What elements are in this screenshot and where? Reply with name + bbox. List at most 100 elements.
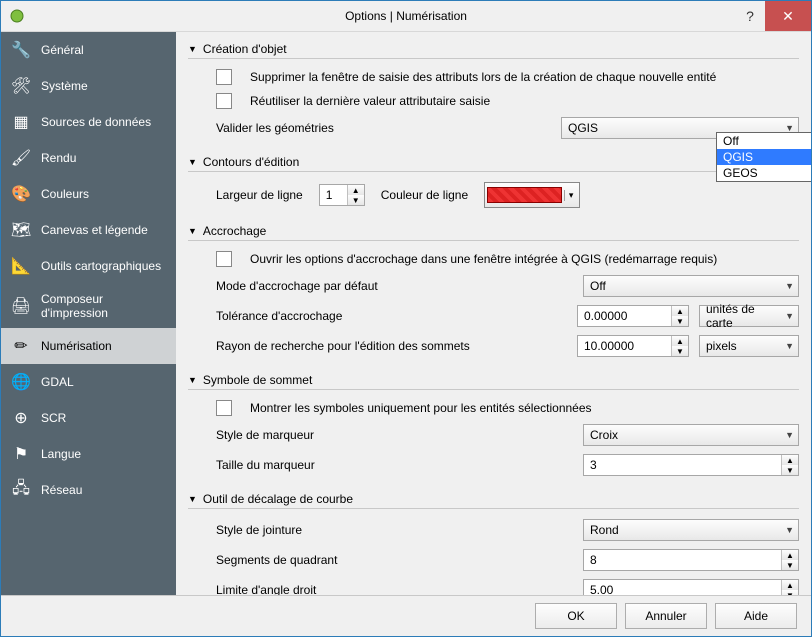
dropdown-option[interactable]: Off (717, 133, 811, 149)
section-title: Création d'objet (203, 42, 287, 56)
quad-seg-row: Segments de quadrant 8 ▲▼ (188, 545, 799, 575)
marker-style-select[interactable]: Croix ▼ (583, 424, 799, 446)
join-style-label: Style de jointure (216, 523, 302, 537)
miter-row: Limite d'angle droit 5.00 ▲▼ (188, 575, 799, 595)
snap-tol-unit-select[interactable]: unités de carte ▼ (699, 305, 799, 327)
snap-tol-row: Tolérance d'accrochage 0.00000 ▲▼ unités… (188, 301, 799, 331)
sidebar: 🔧 Général 🛠Système▦Sources de données🖌Rend… (1, 32, 176, 595)
line-width-value: 1 (326, 188, 333, 202)
sidebar-item-g-n-ral[interactable]: 🔧 Général (1, 32, 176, 68)
spin-buttons[interactable]: ▲▼ (671, 336, 688, 356)
line-width-row: Largeur de ligne 1 ▲▼ Couleur de ligne ▾ (188, 178, 799, 212)
section-contours: ▼ Contours d'édition Largeur de ligne 1 … (188, 153, 799, 212)
window-title: Options | Numérisation (1, 9, 811, 23)
quad-seg-value: 8 (590, 553, 597, 567)
miter-spin[interactable]: 5.00 ▲▼ (583, 579, 799, 595)
sidebar-item-syst-me[interactable]: 🛠Système (1, 68, 176, 104)
sidebar-item-label: Sources de données (41, 115, 151, 129)
validate-geom-value: QGIS (568, 121, 598, 135)
chevron-down-icon: ▼ (785, 525, 794, 535)
spin-buttons[interactable]: ▲▼ (781, 580, 798, 595)
sidebar-icon: 🌐 (11, 372, 31, 392)
section-header-creation[interactable]: ▼ Création d'objet (188, 40, 799, 59)
snap-open-checkbox[interactable] (216, 251, 232, 267)
validate-geom-row: Valider les géométries QGIS ▼ (188, 113, 799, 143)
section-header-symbole[interactable]: ▼ Symbole de sommet (188, 371, 799, 390)
section-title: Contours d'édition (203, 155, 299, 169)
quad-seg-spin[interactable]: 8 ▲▼ (583, 549, 799, 571)
cancel-button[interactable]: Annuler (625, 603, 707, 629)
sidebar-item-label: Outils cartographiques (41, 259, 161, 273)
spin-buttons[interactable]: ▲▼ (671, 306, 688, 326)
snap-mode-select[interactable]: Off ▼ (583, 275, 799, 297)
section-title: Symbole de sommet (203, 373, 312, 387)
snap-radius-spin[interactable]: 10.00000 ▲▼ (577, 335, 689, 357)
spin-buttons[interactable]: ▲▼ (781, 455, 798, 475)
window-buttons: ? ✕ (735, 1, 811, 31)
sidebar-item-label: Canevas et légende (41, 223, 148, 237)
sidebar-icon: 🔧 (11, 40, 31, 60)
titlebar: Options | Numérisation ? ✕ (1, 1, 811, 32)
collapse-icon: ▼ (188, 157, 197, 167)
dropdown-option[interactable]: GEOS (717, 165, 811, 181)
sidebar-item-gdal[interactable]: 🌐GDAL (1, 364, 176, 400)
suppress-attr-checkbox[interactable] (216, 69, 232, 85)
snap-mode-label: Mode d'accrochage par défaut (216, 279, 378, 293)
sidebar-item-rendu[interactable]: 🖌Rendu (1, 140, 176, 176)
sidebar-item-scr[interactable]: ⊕SCR (1, 400, 176, 436)
section-title: Outil de décalage de courbe (203, 492, 353, 506)
sidebar-item-langue[interactable]: ⚑Langue (1, 436, 176, 472)
marker-size-row: Taille du marqueur 3 ▲▼ (188, 450, 799, 480)
sidebar-icon: 🖧 (11, 480, 31, 500)
reuse-last-label: Réutiliser la dernière valeur attributai… (250, 94, 490, 108)
sidebar-icon: 🖌 (11, 148, 31, 168)
help-button[interactable]: Aide (715, 603, 797, 629)
snap-tol-spin[interactable]: 0.00000 ▲▼ (577, 305, 689, 327)
chevron-down-icon: ▼ (785, 430, 794, 440)
snap-radius-value: 10.00000 (584, 339, 634, 353)
marker-size-spin[interactable]: 3 ▲▼ (583, 454, 799, 476)
collapse-icon: ▼ (188, 44, 197, 54)
ok-button[interactable]: OK (535, 603, 617, 629)
join-style-select[interactable]: Rond ▼ (583, 519, 799, 541)
show-symbols-checkbox[interactable] (216, 400, 232, 416)
section-header-accrochage[interactable]: ▼ Accrochage (188, 222, 799, 241)
spin-buttons[interactable]: ▲▼ (781, 550, 798, 570)
miter-value: 5.00 (590, 583, 613, 595)
sidebar-item-r-seau[interactable]: 🖧Réseau (1, 472, 176, 508)
marker-size-label: Taille du marqueur (216, 458, 315, 472)
show-symbols-label: Montrer les symboles uniquement pour les… (250, 401, 592, 415)
dropdown-option[interactable]: QGIS (717, 149, 811, 165)
join-style-value: Rond (590, 523, 619, 537)
color-swatch (487, 187, 562, 203)
sidebar-item-composeur-d-impression[interactable]: 🖨Composeur d'impression (1, 284, 176, 328)
reuse-last-checkbox[interactable] (216, 93, 232, 109)
line-width-spin[interactable]: 1 ▲▼ (319, 184, 365, 206)
sidebar-icon: ⚑ (11, 444, 31, 464)
validate-geom-dropdown[interactable]: OffQGISGEOS (716, 132, 811, 182)
section-title: Accrochage (203, 224, 266, 238)
dialog-body: 🔧 Général 🛠Système▦Sources de données🖌Rend… (1, 32, 811, 595)
section-header-offset[interactable]: ▼ Outil de décalage de courbe (188, 490, 799, 509)
show-symbols-row: Montrer les symboles uniquement pour les… (188, 396, 799, 420)
sidebar-item-num-risation[interactable]: ✏Numérisation (1, 328, 176, 364)
section-header-contours[interactable]: ▼ Contours d'édition (188, 153, 799, 172)
snap-radius-label: Rayon de recherche pour l'édition des so… (216, 339, 470, 353)
close-button[interactable]: ✕ (765, 1, 811, 31)
marker-style-label: Style de marqueur (216, 428, 314, 442)
app-icon (9, 8, 25, 24)
snap-radius-unit-select[interactable]: pixels ▼ (699, 335, 799, 357)
dialog-footer: OK Annuler Aide (1, 595, 811, 636)
sidebar-item-canevas-et-l-gende[interactable]: 🗺Canevas et légende (1, 212, 176, 248)
snap-tol-label: Tolérance d'accrochage (216, 309, 342, 323)
help-button[interactable]: ? (735, 1, 765, 31)
marker-size-value: 3 (590, 458, 597, 472)
quad-seg-label: Segments de quadrant (216, 553, 337, 567)
sidebar-item-couleurs[interactable]: 🎨Couleurs (1, 176, 176, 212)
sidebar-icon: ✏ (11, 336, 31, 356)
line-color-button[interactable]: ▾ (484, 182, 580, 208)
sidebar-item-label: Général (41, 43, 84, 57)
spin-buttons[interactable]: ▲▼ (347, 185, 364, 205)
sidebar-item-outils-cartographiques[interactable]: 📐Outils cartographiques (1, 248, 176, 284)
sidebar-item-sources-de-donn-es[interactable]: ▦Sources de données (1, 104, 176, 140)
